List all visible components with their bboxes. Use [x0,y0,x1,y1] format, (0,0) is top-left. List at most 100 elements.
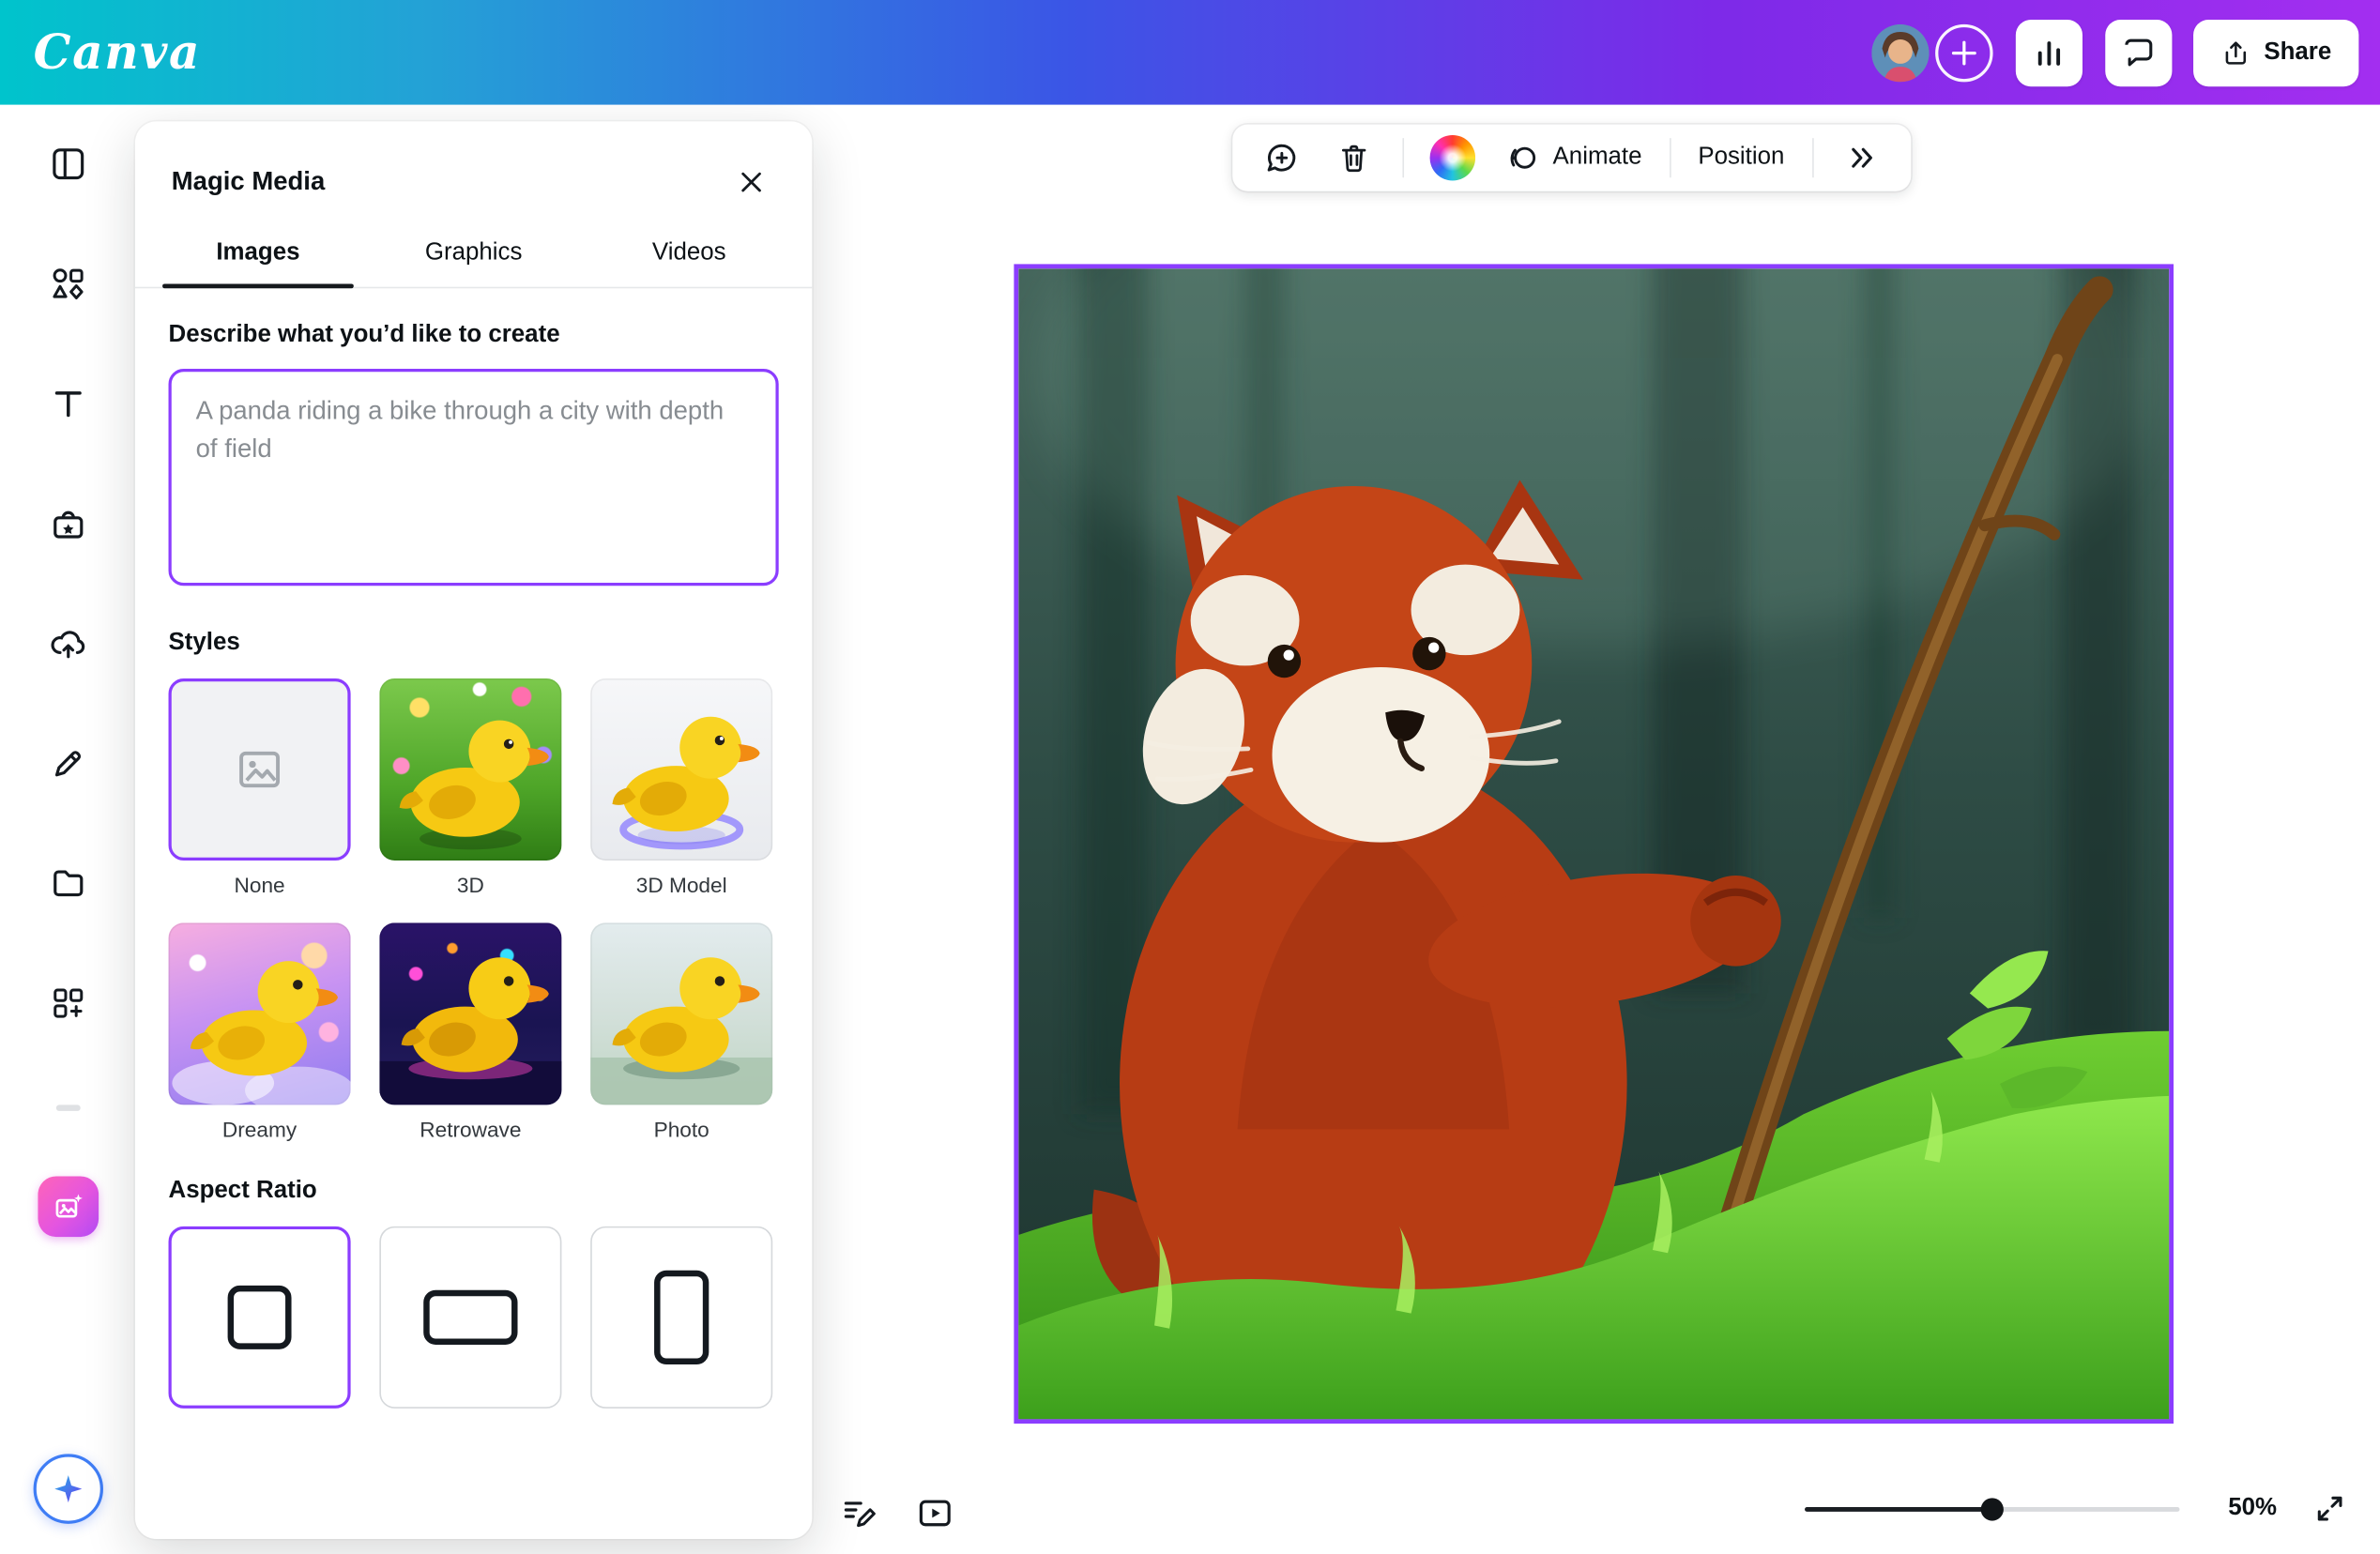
style-thumb-retrowave [379,922,561,1105]
style-label: None [235,873,285,897]
styles-label: Styles [169,630,779,657]
style-option-photo[interactable]: Photo [590,922,772,1141]
add-button[interactable] [1934,23,1991,81]
position-label: Position [1698,145,1784,172]
style-thumb-none [169,678,351,861]
sidebar-item-draw[interactable] [31,727,104,800]
image-placeholder-icon [234,744,285,796]
panel-header: Magic Media [135,121,812,224]
duck-3d-thumbnail [379,678,561,861]
design-icon [48,145,87,184]
color-picker-button[interactable] [1416,130,1489,185]
prompt-input[interactable] [169,369,779,586]
sidebar-item-elements[interactable] [31,248,104,321]
magic-media-icon [51,1190,84,1224]
assistant-button[interactable] [33,1454,102,1523]
avatar[interactable] [1870,23,1928,81]
comments-button[interactable] [2105,19,2172,85]
style-option-retrowave[interactable]: Retrowave [379,922,561,1141]
sidebar-item-projects[interactable] [31,846,104,920]
panel-title: Magic Media [172,167,326,197]
analytics-button[interactable] [2015,19,2082,85]
sidebar [0,105,135,1554]
color-wheel-icon [1430,135,1476,181]
present-button[interactable] [908,1485,962,1540]
landscape-ratio-icon [423,1290,517,1345]
style-label: Photo [654,1117,709,1141]
notes-icon [839,1493,878,1532]
projects-icon [48,863,87,903]
zoom-slider-fill [1805,1506,1992,1511]
topbar-actions: Share [1870,0,2358,105]
tab-images[interactable]: Images [150,224,366,286]
style-thumb-photo [590,922,772,1105]
close-panel-button[interactable] [730,160,772,203]
style-label: Dreamy [222,1117,297,1141]
style-option-3d[interactable]: 3D [379,678,561,897]
zoom-controls: 50% [1805,1483,2356,1534]
duck-photo-thumbnail [590,922,772,1105]
duck-3d-model-thumbnail [590,678,772,861]
style-label: 3D [457,873,484,897]
sidebar-item-text[interactable] [31,367,104,440]
sidebar-item-uploads[interactable] [31,607,104,680]
share-button[interactable]: Share [2192,19,2358,85]
animate-label: Animate [1553,145,1642,172]
draw-icon [48,744,87,784]
magic-media-panel: Magic Media Images Graphics Videos Descr… [135,121,812,1539]
zoom-level[interactable]: 50% [2220,1495,2286,1522]
styles-grid: None [169,678,779,1141]
animate-button[interactable]: Animate [1489,130,1657,185]
sidebar-item-design[interactable] [31,128,104,201]
topbar: Canva [0,0,2380,105]
zoom-slider-knob[interactable] [1980,1498,2003,1520]
style-thumb-3d-model [590,678,772,861]
style-option-dreamy[interactable]: Dreamy [169,922,351,1141]
add-icon [1950,38,1977,66]
toolbar-divider [1402,138,1404,177]
bottom-left-controls [831,1485,962,1540]
red-panda-image [1018,268,2169,1419]
style-option-3d-model[interactable]: 3D Model [590,678,772,897]
expand-icon [2311,1490,2348,1527]
text-icon [48,384,87,423]
tab-graphics[interactable]: Graphics [366,224,582,286]
panel-tabs: Images Graphics Videos [135,224,812,288]
sidebar-item-magic-media[interactable] [38,1176,99,1237]
style-thumb-dreamy [169,922,351,1105]
sidebar-item-apps[interactable] [31,967,104,1040]
canva-logo[interactable]: Canva [34,25,202,80]
analytics-icon [2030,34,2067,70]
fullscreen-button[interactable] [2304,1483,2356,1534]
panel-body: Describe what you’d like to create Style… [135,288,812,1539]
more-options-button[interactable] [1825,130,1899,185]
aspect-option-square[interactable] [169,1226,351,1409]
style-option-none[interactable]: None [169,678,351,897]
close-icon [735,165,769,199]
notes-button[interactable] [831,1485,886,1540]
toolbar-divider [1670,138,1671,177]
portrait-ratio-icon [654,1271,709,1364]
canva-editor: Canva [0,0,2380,1554]
aspect-option-portrait[interactable] [590,1226,772,1409]
describe-label: Describe what you’d like to create [169,322,779,349]
share-label: Share [2264,38,2331,66]
double-chevron-right-icon [1843,140,1880,176]
tab-videos[interactable]: Videos [581,224,797,286]
share-icon [2220,38,2250,68]
elements-icon [48,264,87,303]
add-comment-button[interactable] [1244,130,1318,185]
style-thumb-3d [379,678,561,861]
aspect-option-landscape[interactable] [379,1226,561,1409]
zoom-slider[interactable] [1805,1506,2179,1511]
delete-button[interactable] [1318,130,1391,185]
trash-icon [1335,140,1372,176]
toolbar-divider [1812,138,1814,177]
sidebar-item-brand[interactable] [31,487,104,560]
comment-icon [1263,140,1300,176]
position-button[interactable]: Position [1683,130,1799,185]
brand-icon [48,504,87,543]
avatar-image [1870,23,1928,81]
selected-image[interactable] [1014,264,2174,1424]
style-label: Retrowave [420,1117,521,1141]
